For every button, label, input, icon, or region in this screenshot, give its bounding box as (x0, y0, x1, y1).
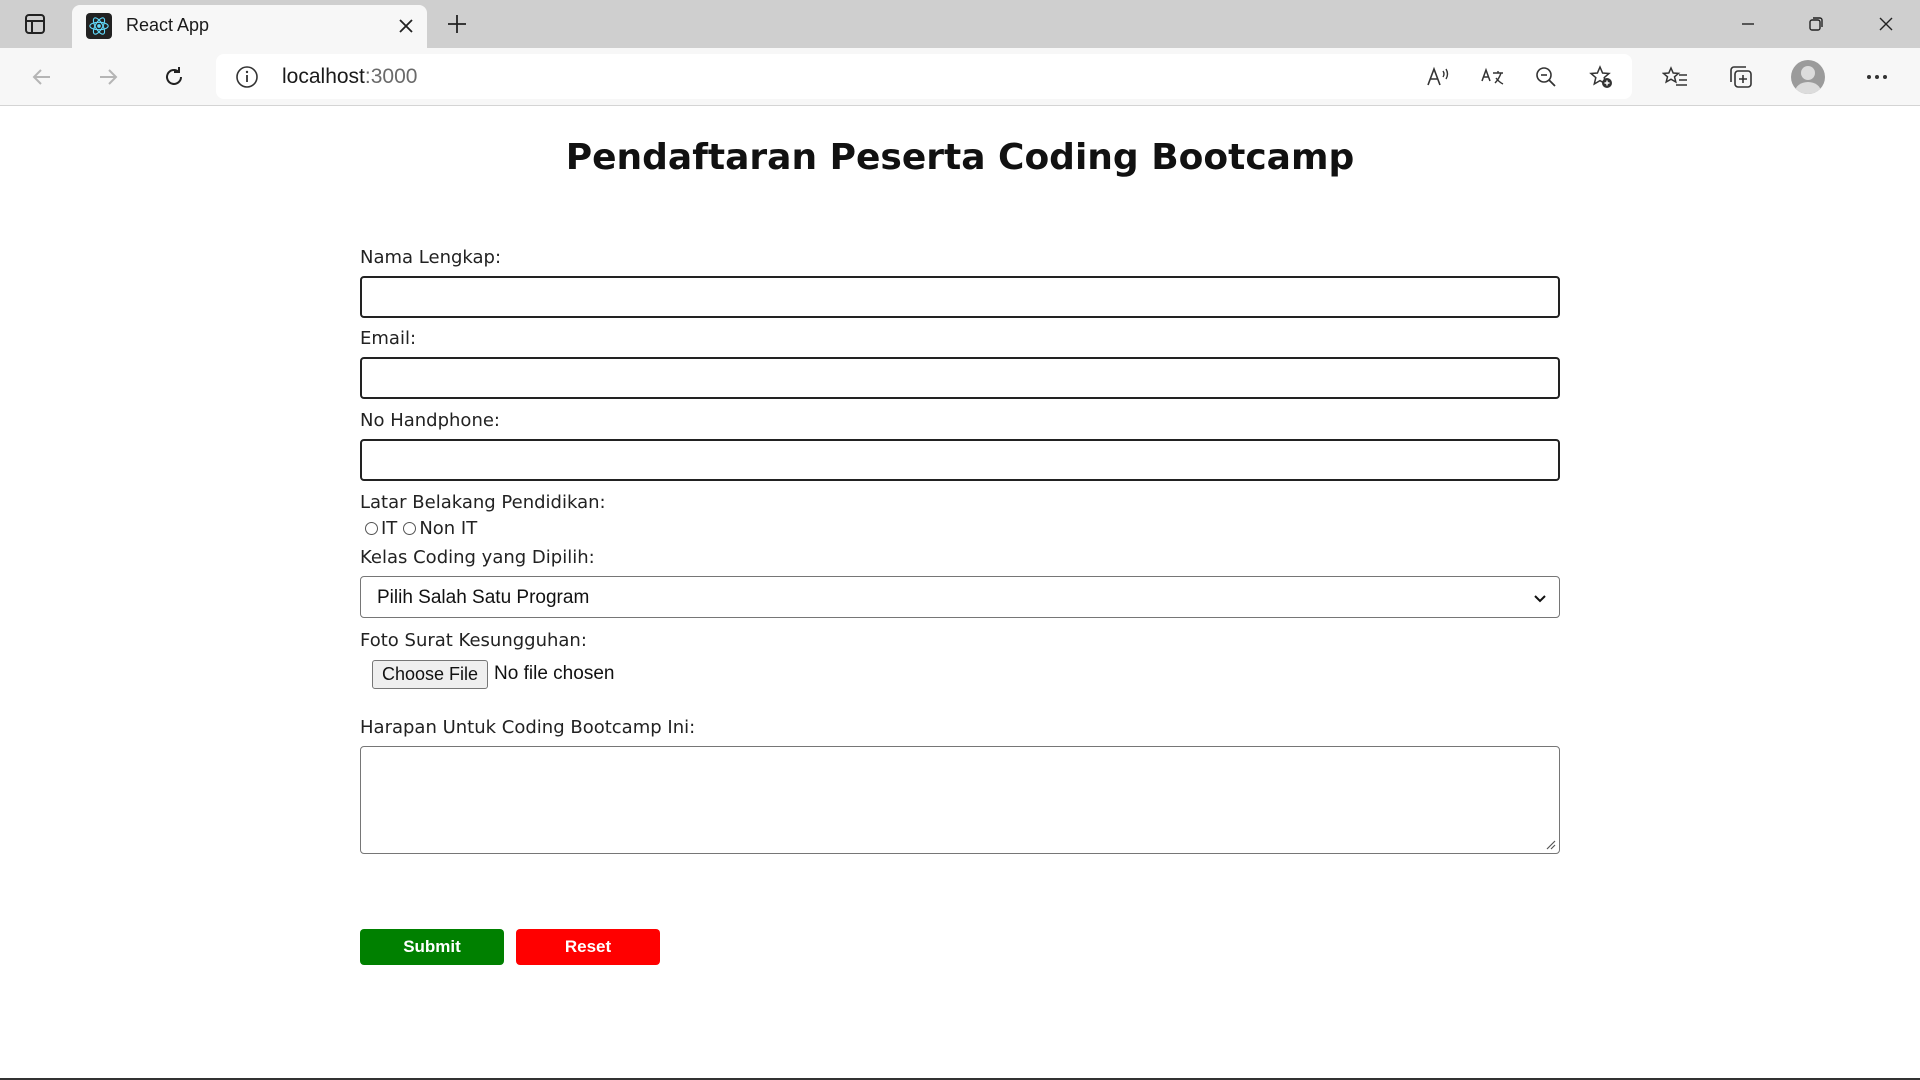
chevron-down-icon (1531, 589, 1549, 607)
radio-non-it-label: Non IT (419, 517, 478, 539)
hope-label: Harapan Untuk Coding Bootcamp Ini: (360, 717, 696, 738)
browser-tabstrip: React App (0, 0, 1920, 48)
tab-title: React App (126, 15, 210, 35)
read-aloud-icon[interactable] (1422, 61, 1456, 93)
add-favorite-icon[interactable] (1584, 61, 1618, 93)
page-title: Pendaftaran Peserta Coding Bootcamp (565, 137, 1355, 178)
submit-button[interactable]: Submit (360, 929, 504, 965)
tab-actions-icon[interactable] (14, 9, 56, 39)
url-text: localhost:3000 (282, 65, 418, 88)
zoom-out-icon[interactable] (1529, 61, 1563, 93)
education-radio-group: IT Non IT (360, 517, 1560, 539)
reset-button[interactable]: Reset (516, 929, 660, 965)
education-label: Latar Belakang Pendidikan: (360, 492, 606, 513)
email-input[interactable] (360, 357, 1560, 399)
more-options-icon[interactable] (1858, 59, 1896, 95)
photo-label: Foto Surat Kesungguhan: (360, 630, 587, 651)
forward-icon[interactable] (88, 58, 128, 96)
profile-avatar[interactable] (1789, 59, 1827, 95)
browser-tab[interactable]: React App (72, 5, 427, 48)
close-tab-icon[interactable] (393, 13, 419, 39)
class-select[interactable]: Pilih Salah Satu Program (360, 576, 1560, 618)
file-input: Choose File No file chosen (360, 659, 1560, 689)
file-status-text: No file chosen (494, 663, 615, 684)
choose-file-button[interactable]: Choose File (372, 659, 489, 689)
form-actions: Submit Reset (360, 929, 660, 965)
favorites-icon[interactable] (1656, 59, 1694, 95)
close-window-icon[interactable] (1866, 8, 1906, 40)
radio-it[interactable] (365, 521, 378, 535)
restore-icon[interactable] (1796, 8, 1836, 40)
refresh-icon[interactable] (154, 58, 194, 96)
translate-icon[interactable] (1476, 61, 1510, 93)
registration-form: Nama Lengkap: Email: No Handphone: Latar… (360, 247, 1560, 854)
info-icon[interactable] (234, 64, 260, 90)
radio-it-label: IT (381, 517, 398, 539)
hope-textarea[interactable] (360, 746, 1560, 854)
phone-label: No Handphone: (360, 410, 500, 431)
nama-label: Nama Lengkap: (360, 247, 502, 268)
radio-non-it[interactable] (403, 521, 417, 535)
nama-input[interactable] (360, 276, 1560, 318)
minimize-icon[interactable] (1728, 8, 1768, 40)
page-content: Pendaftaran Peserta Coding Bootcamp Nama… (0, 107, 1920, 1080)
address-bar[interactable]: localhost:3000 (216, 54, 1632, 99)
react-logo-icon (86, 13, 112, 39)
email-label: Email: (360, 328, 417, 349)
resize-grip-icon[interactable] (1544, 838, 1556, 850)
class-label: Kelas Coding yang Dipilih: (360, 547, 595, 568)
class-select-value: Pilih Salah Satu Program (377, 587, 590, 608)
back-icon[interactable] (22, 58, 62, 96)
phone-input[interactable] (360, 439, 1560, 481)
browser-toolbar: localhost:3000 (0, 48, 1920, 106)
new-tab-icon[interactable] (440, 8, 474, 40)
collections-icon[interactable] (1722, 59, 1760, 95)
